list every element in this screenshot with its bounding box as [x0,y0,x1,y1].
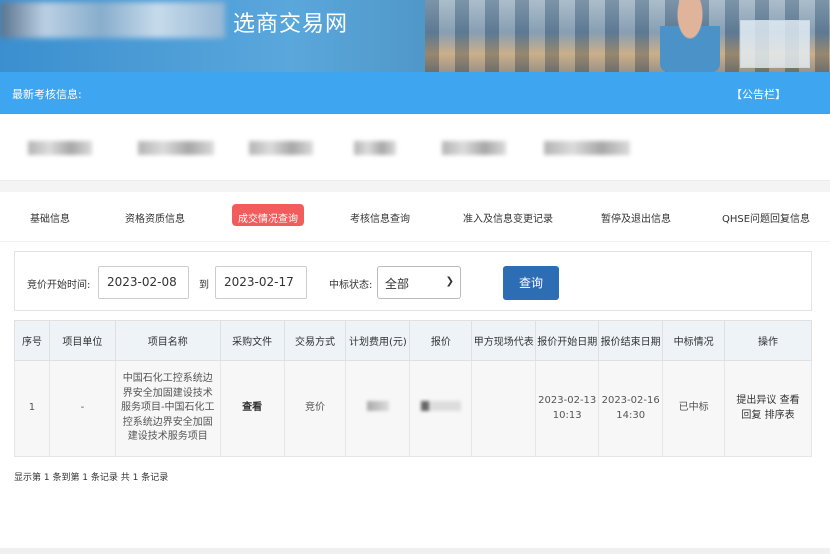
cell-method: 竞价 [283,360,347,457]
start-date-text: 2023-02-13 [538,395,597,406]
redacted-value [420,400,461,411]
cell-quote [409,360,473,457]
cell-index: 1 [14,360,50,457]
status-label: 中标状态: [329,280,373,291]
bottom-strip [0,548,830,554]
cell-start-date: 2023-02-13 10:13 [535,360,600,457]
site-title: 选商交易网 [233,12,349,37]
tab-basic-info[interactable]: 基础信息 [30,210,70,225]
cell-unit: - [48,360,116,457]
cell-project-name: 中国石化工控系统边界安全加固建设技术服务项目-中国石化工控系统边界安全加固建设技… [114,360,221,457]
news-item-redacted [544,141,630,155]
end-date-input[interactable]: 2023-02-17 [215,266,307,299]
end-time-text: 14:30 [616,409,646,421]
header-start-date: 报价开始日期 [535,320,600,361]
tab-suspension-info[interactable]: 暂停及退出信息 [601,210,671,225]
banner-photo [425,0,830,72]
table-row: 1 - 中国石化工控系统边界安全加固建设技术服务项目-中国石化工控系统边界安全加… [14,360,812,457]
redacted-value [366,400,389,411]
filter-panel: 竞价开始时间: 2023-02-08 到 2023-02-17 中标状态: 全部… [14,251,812,311]
cell-file: 查看 [219,360,285,457]
cell-planned-cost [345,360,411,457]
cell-result: 已中标 [662,360,726,457]
header-banner: 选商交易网 [0,0,830,72]
site-logo [0,2,225,38]
header-unit: 项目单位 [48,320,116,361]
tab-qhse-replies[interactable]: QHSE问题回复信息 [722,210,810,225]
header-representative: 甲方现场代表 [471,320,537,361]
tab-bar: 基础信息 资格资质信息 成交情况查询 考核信息查询 准入及信息变更记录 暂停及退… [0,192,830,242]
chevron-down-icon: ❯ [445,276,454,287]
news-item-redacted [442,141,506,155]
view-file-link[interactable]: 查看 [242,402,262,413]
results-table: 序号 项目单位 项目名称 采购文件 交易方式 计划费用(元) 报价 甲方现场代表… [14,320,812,457]
worker-figure [660,0,720,72]
cell-end-date: 2023-02-16 14:30 [598,360,664,457]
table-header-row: 序号 项目单位 项目名称 采购文件 交易方式 计划费用(元) 报价 甲方现场代表… [14,320,812,361]
header-method: 交易方式 [283,320,347,361]
news-item-redacted [249,141,313,155]
header-name: 项目名称 [114,320,221,361]
search-button[interactable]: 查询 [503,266,559,300]
section-divider [0,180,830,192]
status-select-value: 全部 [385,277,410,291]
tab-qualification[interactable]: 资格资质信息 [125,210,185,225]
start-time-label: 竞价开始时间: [27,280,91,291]
header-ops: 操作 [724,320,812,361]
end-date-text: 2023-02-16 [601,395,660,406]
header-index: 序号 [14,320,50,361]
start-date-input[interactable]: 2023-02-08 [98,266,189,299]
cell-operations[interactable]: 提出异议 查看回复 排序表 [724,360,812,457]
header-quote: 报价 [409,320,473,361]
status-select[interactable]: 全部 ❯ [377,266,461,299]
notice-label: 最新考核信息: [12,88,82,101]
to-label: 到 [199,280,209,291]
header-result: 中标情况 [662,320,726,361]
tab-deal-query[interactable]: 成交情况查询 [232,204,304,226]
header-end-date: 报价结束日期 [598,320,664,361]
pagination-info: 显示第 1 条到第 1 条记录 共 1 条记录 [14,473,169,483]
notice-bar: 最新考核信息: 【公告栏】 [0,72,830,114]
news-item-redacted [138,141,214,155]
package-figure [740,20,810,68]
bulletin-board-link[interactable]: 【公告栏】 [731,86,786,102]
news-item-redacted [354,141,396,155]
news-ticker [0,114,830,180]
news-item-redacted [28,141,92,155]
header-planned-cost: 计划费用(元) [345,320,411,361]
header-file: 采购文件 [219,320,285,361]
tab-admission-records[interactable]: 准入及信息变更记录 [463,210,553,225]
tab-assessment-query[interactable]: 考核信息查询 [350,210,410,225]
cell-representative [471,360,537,457]
start-time-text: 10:13 [552,409,582,421]
